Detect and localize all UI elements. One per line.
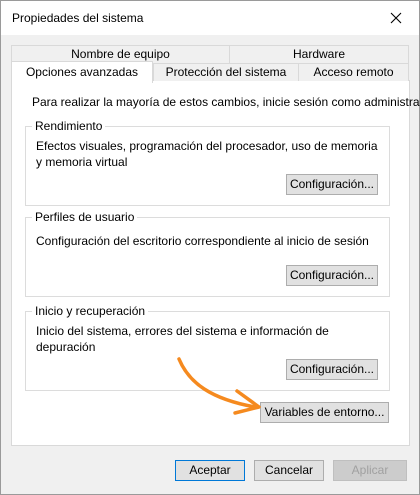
performance-group: Rendimiento Efectos visuales, programaci… [25,119,390,206]
tab-label: Nombre de equipo [71,47,170,61]
user-profiles-group: Perfiles de usuario Configuración del es… [25,210,390,297]
close-icon [390,12,402,24]
cancel-button[interactable]: Cancelar [254,460,324,481]
admin-notice: Para realizar la mayoría de estos cambio… [32,95,420,109]
close-button[interactable] [373,1,419,35]
startup-recovery-label: Inicio y recuperación [32,304,149,318]
user-profiles-description: Configuración del escritorio correspondi… [36,234,369,248]
tab-advanced-options[interactable]: Opciones avanzadas [11,61,153,83]
startup-recovery-description: Inicio del sistema, errores del sistema … [36,324,329,354]
user-profiles-settings-button[interactable]: Configuración... [286,265,378,286]
tab-label: Acceso remoto [313,65,394,79]
performance-settings-button[interactable]: Configuración... [286,174,378,195]
tab-remote-access[interactable]: Acceso remoto [298,63,409,81]
environment-variables-button[interactable]: Variables de entorno... [260,402,389,423]
tab-label: Hardware [292,47,346,61]
system-properties-window: Propiedades del sistema Nombre de equipo… [0,0,420,495]
title-bar: Propiedades del sistema [1,1,419,35]
accept-button[interactable]: Aceptar [175,460,245,481]
performance-description: Efectos visuales, programación del proce… [36,139,378,169]
tab-row-front: Opciones avanzadas Protección del sistem… [11,61,409,83]
tab-system-protection[interactable]: Protección del sistema [153,63,299,81]
performance-label: Rendimiento [32,119,106,133]
startup-recovery-settings-button[interactable]: Configuración... [286,359,378,380]
tab-hardware[interactable]: Hardware [229,45,409,63]
arrow-annotation-icon [177,357,261,415]
tab-label: Protección del sistema [165,65,287,79]
user-profiles-label: Perfiles de usuario [32,210,138,224]
window-title: Propiedades del sistema [12,11,144,25]
tab-label: Opciones avanzadas [25,65,139,79]
apply-button[interactable]: Aplicar [333,460,407,481]
